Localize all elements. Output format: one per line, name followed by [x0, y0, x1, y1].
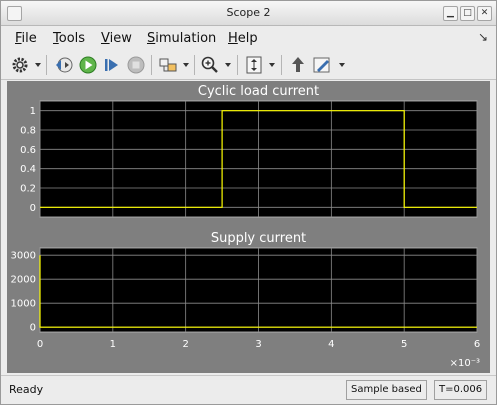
x-tick-label: 0: [37, 339, 43, 350]
menu-tools-label: ools: [58, 31, 86, 46]
x-tick-label: 5: [401, 339, 407, 350]
signal-selector-dropdown-arrow[interactable]: [183, 63, 189, 67]
y-tick-label: 0: [30, 203, 36, 214]
status-bar: Ready Sample based T=0.006: [1, 375, 496, 404]
zoom-dropdown-arrow[interactable]: [225, 63, 231, 67]
menu-view[interactable]: View: [101, 31, 132, 46]
y-tick-label: 0.2: [20, 184, 36, 195]
menu-file-label: ile: [21, 31, 37, 46]
axes-supply-current[interactable]: Supply current 0 1 2 3 4 5 6 0 1000 2000 3000 ×10⁻³: [11, 231, 481, 369]
x-tick-label: 3: [255, 339, 261, 350]
x-scale-label: ×10⁻³: [450, 358, 480, 369]
axes-title: Supply current: [211, 231, 306, 246]
x-tick-label: 6: [474, 339, 480, 350]
axes-cyclic-load-current[interactable]: Cyclic load current 0 0.2 0.4 0.6 0.8 1: [20, 84, 478, 218]
y-tick-label: 0.6: [20, 145, 36, 156]
style-brush-icon[interactable]: [311, 54, 333, 76]
x-tick-label: 1: [110, 339, 116, 350]
toolbar-separator: [194, 55, 195, 75]
zoom-in-icon[interactable]: [199, 54, 221, 76]
maximize-icon: □: [463, 8, 472, 18]
y-tick-label: 3000: [11, 251, 36, 262]
y-tick-label: 2000: [11, 275, 36, 286]
menu-help-mnemonic: H: [228, 31, 238, 46]
style-dropdown-arrow[interactable]: [339, 63, 345, 67]
signal-selector-icon[interactable]: [157, 54, 179, 76]
menu-simulation-label: imulation: [155, 31, 217, 46]
stop-icon[interactable]: [125, 54, 147, 76]
y-tick-label: 0.8: [20, 126, 36, 137]
settings-dropdown-arrow[interactable]: [35, 63, 41, 67]
menu-view-label: iew: [109, 31, 132, 46]
menu-file[interactable]: File: [15, 31, 37, 46]
menu-view-mnemonic: V: [101, 31, 110, 46]
minimize-icon: ▁: [447, 8, 454, 18]
axes-title: Cyclic load current: [198, 84, 319, 99]
minimize-button[interactable]: ▁: [443, 6, 458, 21]
step-back-icon[interactable]: [53, 54, 75, 76]
sample-mode-indicator: Sample based: [346, 380, 427, 400]
plot-area: Cyclic load current 0 0.2 0.4 0.6 0.8 1 Supply…: [7, 81, 490, 373]
menu-help-label: elp: [237, 31, 258, 46]
highlight-simulink-block-icon[interactable]: [287, 54, 309, 76]
maximize-button[interactable]: □: [460, 6, 475, 21]
window-menu-button[interactable]: [7, 6, 22, 21]
simulation-time-indicator: T=0.006: [434, 380, 488, 400]
autoscale-icon[interactable]: [243, 54, 265, 76]
window-title: Scope 2: [226, 6, 271, 19]
gear-icon[interactable]: [9, 54, 31, 76]
x-tick-label: 2: [182, 339, 188, 350]
autoscale-dropdown-arrow[interactable]: [269, 63, 275, 67]
y-tick-label: 0.4: [20, 164, 36, 175]
menu-tools[interactable]: Tools: [53, 31, 85, 46]
title-bar[interactable]: Scope 2 ▁ □ ✕: [1, 1, 496, 26]
close-icon: ✕: [480, 8, 489, 18]
dock-icon[interactable]: ↘: [478, 30, 488, 44]
toolbar-separator: [281, 55, 282, 75]
menu-bar: File Tools View Simulation Help ↘: [1, 26, 496, 50]
run-icon[interactable]: [77, 54, 99, 76]
menu-simulation[interactable]: Simulation: [147, 31, 216, 46]
scope-plots: Cyclic load current 0 0.2 0.4 0.6 0.8 1 Supply…: [11, 84, 481, 369]
y-tick-label: 0: [30, 323, 36, 334]
y-tick-label: 1000: [11, 299, 36, 310]
toolbar-separator: [151, 55, 152, 75]
toolbar-separator: [46, 55, 47, 75]
toolbar: [1, 50, 496, 80]
y-tick-label: 1: [30, 106, 36, 117]
status-text: Ready: [9, 383, 44, 396]
x-tick-label: 4: [328, 339, 334, 350]
close-button[interactable]: ✕: [477, 6, 492, 21]
step-forward-icon[interactable]: [101, 54, 123, 76]
scope-window: Scope 2 ▁ □ ✕ File Tools View Simulation…: [0, 0, 497, 405]
toolbar-separator: [237, 55, 238, 75]
menu-help[interactable]: Help: [228, 31, 258, 46]
